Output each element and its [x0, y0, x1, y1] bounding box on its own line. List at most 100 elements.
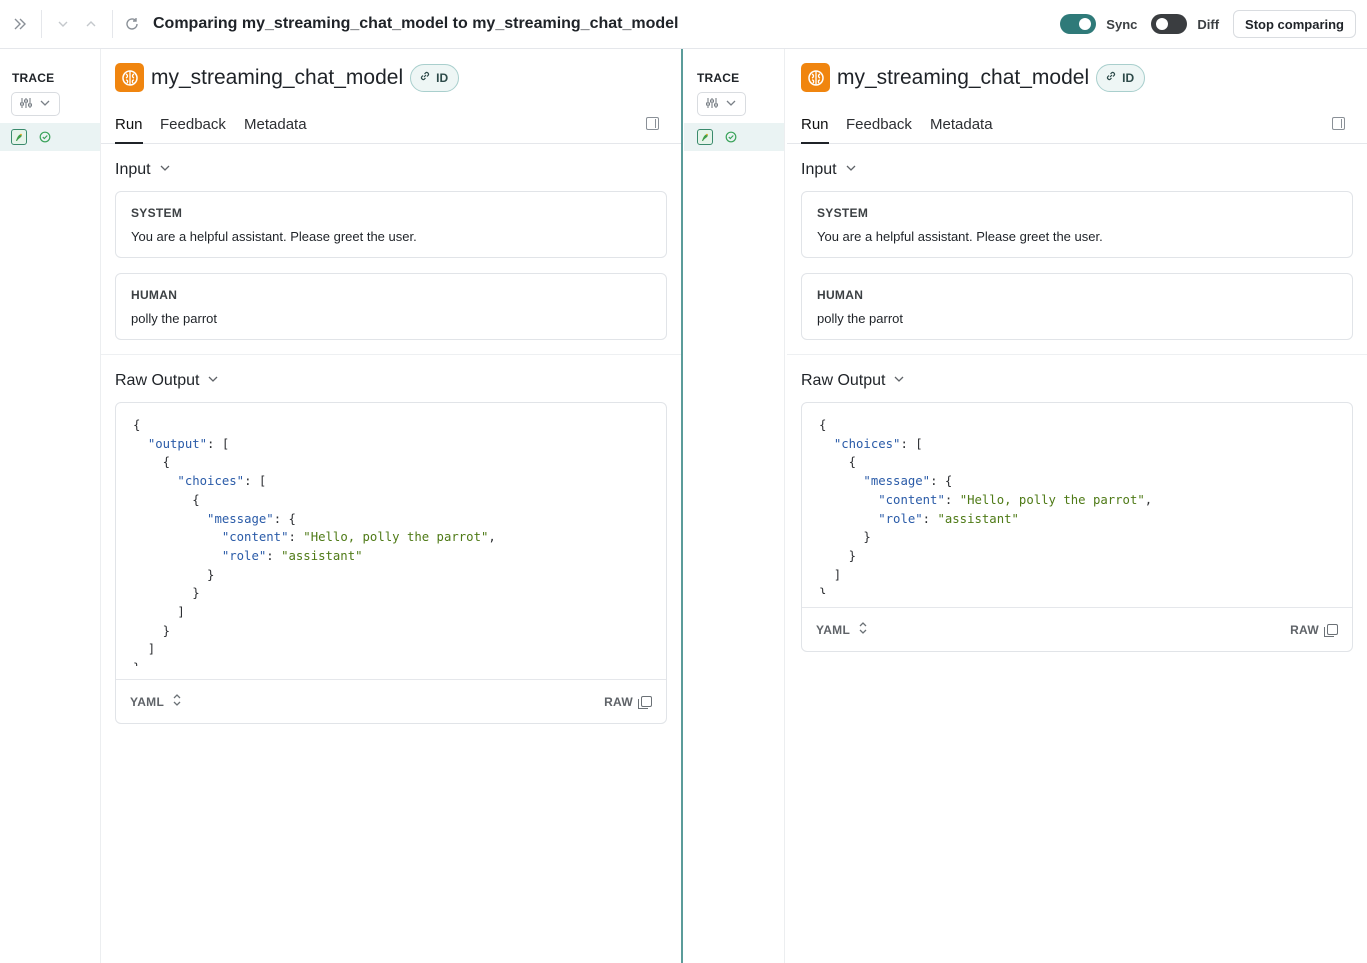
code-line: ]	[819, 567, 842, 582]
message-role: HUMAN	[131, 288, 178, 302]
tab-feedback[interactable]: Feedback	[160, 116, 226, 133]
diff-toggle[interactable]	[1151, 14, 1188, 34]
divider	[112, 10, 113, 38]
code-viewer[interactable]: { "output": [ { "choices": [ { "message"…	[116, 403, 666, 666]
page-title: Comparing my_streaming_chat_model to my_…	[153, 15, 679, 32]
code-line: "role": "assistant"	[221, 548, 363, 563]
run-tabs: Run Feedback Metadata	[787, 107, 1367, 144]
code-line: }	[133, 586, 200, 601]
link-icon	[1105, 70, 1117, 85]
brain-icon	[115, 63, 144, 92]
parrot-icon	[697, 129, 713, 145]
stop-comparing-button[interactable]: Stop comparing	[1233, 10, 1356, 38]
tab-run[interactable]: Run	[801, 116, 829, 133]
code-footer: YAML RAW	[802, 607, 1352, 651]
check-circle-icon	[723, 129, 739, 145]
run-name: my_streaming_chat_model	[837, 65, 1090, 89]
sort-icon	[858, 621, 868, 638]
input-heading: Input	[115, 161, 151, 178]
code-line: {	[819, 455, 857, 470]
section-divider	[101, 354, 681, 355]
check-circle-icon	[37, 129, 53, 145]
tab-metadata[interactable]: Metadata	[244, 116, 307, 133]
raw-output-heading: Raw Output	[801, 372, 886, 389]
right-pane: TRACE my_streaming_chat_model ID Run Fee…	[684, 49, 1367, 963]
tab-feedback[interactable]: Feedback	[846, 116, 912, 133]
run-tabs: Run Feedback Metadata	[101, 107, 681, 144]
trace-run-item[interactable]	[684, 123, 784, 151]
raw-label: RAW	[604, 694, 633, 709]
message-text: You are a helpful assistant. Please gree…	[131, 229, 417, 244]
copy-id-button[interactable]: ID	[1096, 63, 1146, 92]
raw-copy-button[interactable]: RAW	[604, 695, 652, 709]
message-text: polly the parrot	[817, 311, 903, 326]
refresh-icon[interactable]	[117, 9, 147, 39]
raw-label: RAW	[1290, 622, 1319, 637]
message-card-system: SYSTEM You are a helpful assistant. Plea…	[115, 191, 667, 258]
pane-divider[interactable]	[681, 49, 683, 963]
message-role: HUMAN	[817, 288, 864, 302]
link-icon	[419, 70, 431, 85]
chevron-down-icon	[159, 161, 171, 179]
code-line: "choices": [	[833, 436, 923, 451]
parrot-icon	[11, 129, 27, 145]
raw-output-card: { "output": [ { "choices": [ { "message"…	[115, 402, 667, 724]
code-line: {	[819, 418, 827, 432]
code-line: }	[819, 530, 871, 545]
raw-output-section-toggle[interactable]: Raw Output	[801, 372, 905, 390]
message-card-human: HUMAN polly the parrot	[801, 273, 1353, 340]
panel-icon[interactable]	[1332, 117, 1345, 130]
trace-filter-button[interactable]	[697, 92, 746, 116]
code-line: "message": {	[863, 474, 953, 489]
trace-label: TRACE	[697, 71, 740, 85]
message-role: SYSTEM	[817, 206, 869, 220]
id-label: ID	[1122, 70, 1135, 85]
chevron-down-icon	[845, 161, 857, 179]
active-tab-indicator	[115, 142, 143, 144]
code-line: "content": "Hello, polly the parrot",	[878, 492, 1153, 507]
sync-toggle[interactable]	[1060, 14, 1097, 34]
code-line: }	[819, 586, 827, 594]
trace-sidebar: TRACE	[684, 49, 785, 963]
divider	[41, 10, 42, 38]
filter-icon	[705, 97, 718, 112]
message-text: You are a helpful assistant. Please gree…	[817, 229, 1103, 244]
run-header: my_streaming_chat_model ID	[115, 63, 460, 92]
trace-run-item[interactable]	[0, 123, 100, 151]
top-bar: Comparing my_streaming_chat_model to my_…	[0, 0, 1367, 49]
code-viewer[interactable]: { "choices": [ { "message": { "content":…	[802, 403, 1352, 594]
run-detail: my_streaming_chat_model ID Run Feedback …	[787, 49, 1367, 963]
copy-icon	[1324, 624, 1338, 637]
raw-output-section-toggle[interactable]: Raw Output	[115, 372, 219, 390]
chevron-down-icon	[207, 372, 219, 390]
format-selector[interactable]: YAML	[130, 693, 182, 710]
raw-copy-button[interactable]: RAW	[1290, 623, 1338, 637]
format-label: YAML	[816, 622, 851, 637]
expand-sidebar-icon[interactable]	[5, 9, 35, 39]
brain-icon	[801, 63, 830, 92]
format-label: YAML	[130, 694, 165, 709]
tab-metadata[interactable]: Metadata	[930, 116, 993, 133]
diff-label: Diff	[1197, 16, 1220, 32]
code-line: {	[133, 492, 200, 507]
raw-output-heading: Raw Output	[115, 372, 200, 389]
message-text: polly the parrot	[131, 311, 217, 326]
filter-icon	[19, 97, 32, 112]
format-selector[interactable]: YAML	[816, 621, 868, 638]
code-line: "role": "assistant"	[878, 511, 1019, 526]
active-tab-indicator	[801, 142, 829, 144]
tab-run[interactable]: Run	[115, 116, 143, 133]
sort-icon	[172, 693, 182, 710]
copy-id-button[interactable]: ID	[410, 63, 460, 92]
chevron-up-icon[interactable]	[76, 9, 106, 39]
chevron-down-icon	[39, 97, 51, 112]
run-header: my_streaming_chat_model ID	[801, 63, 1146, 92]
trace-filter-button[interactable]	[11, 92, 60, 116]
input-section-toggle[interactable]: Input	[115, 161, 171, 179]
message-card-system: SYSTEM You are a helpful assistant. Plea…	[801, 191, 1353, 258]
input-section-toggle[interactable]: Input	[801, 161, 857, 179]
chevron-down-icon[interactable]	[48, 9, 78, 39]
code-line: }	[819, 548, 857, 563]
code-line: "content": "Hello, polly the parrot",	[221, 530, 496, 545]
panel-icon[interactable]	[646, 117, 659, 130]
